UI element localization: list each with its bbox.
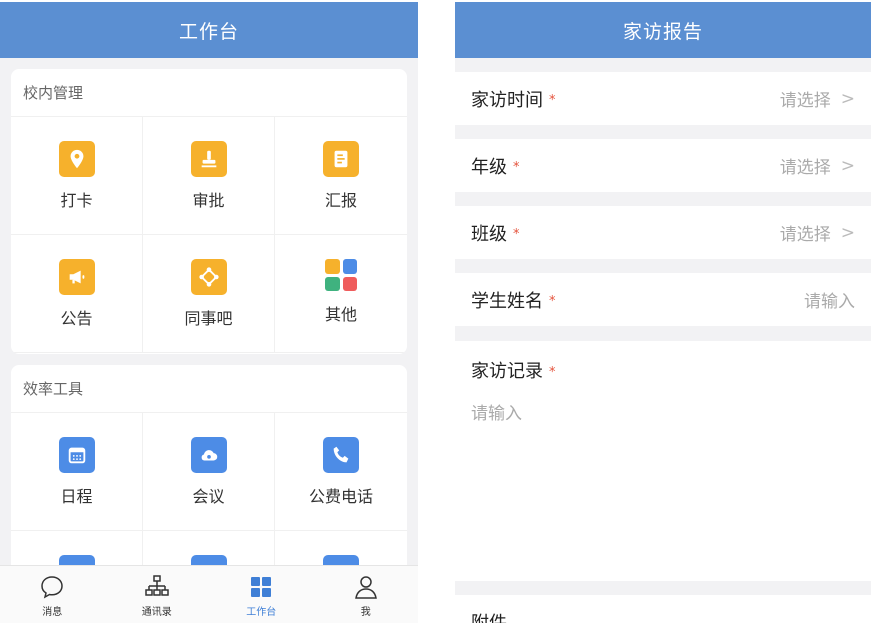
field-label: 家访记录 (471, 361, 543, 382)
field-label: 附件 (471, 613, 507, 623)
apps-grid-icon (325, 259, 357, 291)
app-label: 审批 (192, 191, 225, 210)
workbench-screen: 工作台 校内管理 打卡 审批 汇报 公告 同事吧 其他 效率工具 日程 会议 公… (0, 2, 418, 623)
field-label: 年级 (471, 156, 507, 178)
app-label: 汇报 (324, 191, 357, 210)
chat-bubble-icon (41, 576, 64, 599)
field-value: 请选择 (779, 158, 831, 178)
campus-management-card: 校内管理 打卡 审批 汇报 公告 同事吧 其他 (11, 69, 407, 354)
app-others[interactable]: 其他 (275, 235, 407, 353)
tab-contacts[interactable]: 通讯录 (105, 566, 210, 623)
field-label: 班级 (471, 223, 507, 245)
tab-workbench[interactable]: 工作台 (209, 566, 314, 623)
app-announcement[interactable]: 公告 (11, 235, 143, 353)
location-pin-icon (58, 141, 95, 177)
visit-record-field: 家访记录 * 请输入 (455, 341, 871, 581)
megaphone-icon (58, 259, 95, 295)
app-label: 同事吧 (184, 309, 233, 328)
field-value: 请选择 (779, 225, 831, 245)
grid-icon (251, 577, 272, 597)
calendar-icon (58, 437, 95, 473)
app-meeting[interactable]: 会议 (143, 413, 275, 531)
chevron-right-icon: > (840, 155, 855, 176)
tab-me[interactable]: 我 (314, 566, 419, 623)
app-public-phone[interactable]: 公费电话 (275, 413, 407, 531)
required-mark: * (513, 160, 520, 175)
app-label: 会议 (192, 487, 225, 506)
student-name-input[interactable]: 请输入 (804, 287, 855, 312)
visit-record-textarea[interactable]: 请输入 (471, 399, 855, 424)
grade-field[interactable]: 年级 * 请选择 > (455, 139, 871, 192)
section-title: 校内管理 (11, 69, 407, 117)
person-icon (354, 576, 377, 599)
app-label: 日程 (60, 487, 93, 506)
attachment-field[interactable]: 附件 (455, 595, 871, 623)
student-name-field[interactable]: 学生姓名 * 请输入 (455, 273, 871, 326)
section-title: 效率工具 (11, 365, 407, 413)
app-report[interactable]: 汇报 (275, 117, 407, 235)
field-label: 学生姓名 (471, 290, 543, 312)
page-title: 工作台 (178, 20, 239, 43)
tab-bar: 消息 通讯录 工作台 我 (0, 565, 418, 623)
org-chart-icon (145, 575, 169, 596)
chevron-right-icon: > (840, 88, 855, 109)
app-label: 其他 (324, 305, 357, 324)
app-approval[interactable]: 审批 (143, 117, 275, 235)
phone-icon (323, 437, 359, 473)
required-mark: * (549, 93, 556, 108)
cloud-icon (190, 437, 227, 473)
visit-time-field[interactable]: 家访时间 * 请选择 > (455, 72, 871, 125)
field-label: 家访时间 (471, 89, 543, 111)
required-mark: * (549, 294, 556, 309)
class-field[interactable]: 班级 * 请选择 > (455, 206, 871, 259)
network-icon (190, 259, 227, 295)
app-clock-in[interactable]: 打卡 (11, 117, 143, 235)
tab-messages[interactable]: 消息 (0, 566, 105, 623)
nav-bar: 工作台 (0, 2, 418, 58)
app-schedule[interactable]: 日程 (11, 413, 143, 531)
app-label: 公告 (60, 309, 93, 328)
app-label: 公费电话 (308, 487, 373, 506)
field-value: 请选择 (779, 91, 831, 111)
stamp-icon (190, 141, 227, 177)
required-mark: * (513, 227, 520, 242)
app-colleagues[interactable]: 同事吧 (143, 235, 275, 353)
required-mark: * (549, 364, 556, 380)
nav-bar: 家访报告 (455, 2, 871, 58)
report-icon (323, 141, 359, 177)
page-title: 家访报告 (622, 20, 703, 43)
home-visit-report-screen: 家访报告 家访时间 * 请选择 > 年级 * 请选择 > 班级 * 请选择 > 学生姓… (455, 2, 871, 623)
efficiency-tools-card: 效率工具 日程 会议 公费电话 (11, 365, 407, 595)
app-label: 打卡 (60, 191, 93, 210)
chevron-right-icon: > (840, 222, 855, 243)
